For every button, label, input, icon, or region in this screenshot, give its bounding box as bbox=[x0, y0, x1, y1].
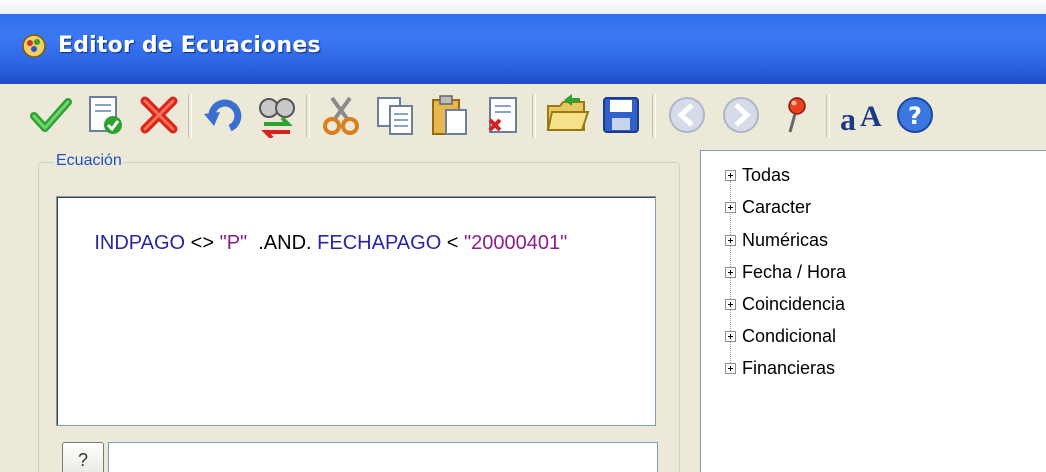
accept-button[interactable] bbox=[24, 88, 78, 142]
undo-button[interactable] bbox=[196, 88, 250, 142]
help-icon: ? bbox=[897, 97, 933, 133]
save-disk-icon bbox=[603, 97, 639, 133]
equation-token: .AND. bbox=[247, 232, 318, 254]
font-icon: a A bbox=[840, 100, 882, 137]
forward-arrow-icon bbox=[723, 97, 759, 133]
svg-text:a: a bbox=[840, 101, 856, 137]
validate-button[interactable] bbox=[78, 88, 132, 142]
tree-item-fecha-hora[interactable]: Fecha / Hora bbox=[725, 260, 846, 284]
equation-token: <> bbox=[185, 232, 220, 254]
cancel-x-icon bbox=[140, 96, 178, 134]
tree-item-label: Coincidencia bbox=[742, 293, 846, 314]
replace-icon bbox=[259, 98, 295, 138]
paste-button[interactable] bbox=[422, 88, 476, 142]
equation-token: "20000401" bbox=[464, 232, 568, 254]
expand-plus-icon[interactable] bbox=[725, 298, 736, 310]
tree-item-financieras[interactable]: Financieras bbox=[725, 356, 835, 380]
title-bar-top-strip bbox=[0, 0, 1046, 14]
tree-item-condicional[interactable]: Condicional bbox=[725, 324, 836, 348]
cancel-button[interactable] bbox=[132, 88, 186, 142]
forward-button[interactable] bbox=[714, 88, 768, 142]
equation-token: INDPAGO bbox=[94, 232, 186, 254]
toolbar-separator bbox=[532, 94, 536, 138]
svg-text:?: ? bbox=[908, 102, 922, 130]
cut-button[interactable] bbox=[314, 88, 368, 142]
font-button[interactable]: a A bbox=[834, 88, 888, 142]
equation-token: < bbox=[441, 232, 465, 254]
replace-button[interactable] bbox=[250, 88, 304, 142]
expand-plus-icon[interactable] bbox=[725, 201, 736, 213]
paste-icon bbox=[432, 95, 467, 135]
tree-item-label: Todas bbox=[742, 164, 791, 185]
equation-token: "P" bbox=[219, 232, 248, 254]
delete-button[interactable] bbox=[476, 88, 530, 142]
toolbar-separator bbox=[188, 94, 192, 138]
svg-text:A: A bbox=[860, 100, 882, 133]
checkmark-icon bbox=[30, 98, 72, 132]
pin-icon bbox=[788, 97, 806, 133]
tree-item-caracter[interactable]: Caracter bbox=[725, 195, 811, 219]
tree-item-label: Fecha / Hora bbox=[742, 261, 847, 282]
tree-item-numericas[interactable]: Numéricas bbox=[725, 228, 828, 252]
tree-item-label: Caracter bbox=[742, 196, 812, 217]
delete-document-icon bbox=[488, 97, 517, 133]
title-bar[interactable]: Editor de Ecuaciones bbox=[0, 0, 1046, 84]
tree-item-label: Condicional bbox=[742, 325, 837, 346]
copy-icon bbox=[377, 97, 413, 135]
tree-item-label: Numéricas bbox=[742, 229, 829, 250]
window-title: Editor de Ecuaciones bbox=[58, 33, 321, 58]
expand-plus-icon[interactable] bbox=[725, 362, 736, 374]
toolbar-help-button[interactable]: ? bbox=[888, 88, 942, 142]
toolbar-separator bbox=[306, 94, 310, 138]
undo-icon bbox=[204, 99, 242, 132]
expand-plus-icon[interactable] bbox=[725, 330, 736, 342]
equation-editor-textarea[interactable]: INDPAGO <> "P" .AND. FECHAPAGO < "200004… bbox=[56, 196, 656, 426]
back-button[interactable] bbox=[660, 88, 714, 142]
toolbar-separator bbox=[826, 94, 830, 138]
toolbar: a A ? bbox=[0, 84, 1046, 148]
equation-token: FECHAPAGO bbox=[317, 232, 442, 254]
tree-item-todas[interactable]: Todas bbox=[725, 163, 790, 187]
expand-plus-icon[interactable] bbox=[725, 234, 736, 246]
cut-scissors-icon bbox=[323, 96, 359, 135]
function-description-input[interactable] bbox=[108, 442, 658, 472]
app-icon[interactable] bbox=[20, 32, 48, 60]
expand-plus-icon[interactable] bbox=[725, 169, 736, 181]
back-arrow-icon bbox=[669, 97, 705, 133]
syntax-help-button[interactable]: ? bbox=[62, 442, 104, 472]
expand-plus-icon[interactable] bbox=[725, 266, 736, 278]
functions-tree-panel[interactable]: Todas Caracter Numéricas Fecha / Hora Co… bbox=[700, 150, 1046, 472]
equation-text: INDPAGO <> "P" .AND. FECHAPAGO < "200004… bbox=[61, 209, 567, 278]
equation-group-label: Ecuación bbox=[54, 152, 124, 170]
equation-editor-window: Editor de Ecuaciones a A ? Ecuación INDP… bbox=[0, 0, 1046, 472]
tree-item-coincidencia[interactable]: Coincidencia bbox=[725, 292, 845, 316]
validate-document-icon bbox=[89, 96, 122, 134]
toolbar-separator bbox=[652, 94, 656, 138]
pin-button[interactable] bbox=[768, 88, 822, 142]
copy-button[interactable] bbox=[368, 88, 422, 142]
open-button[interactable] bbox=[540, 88, 594, 142]
save-button[interactable] bbox=[594, 88, 648, 142]
open-folder-icon bbox=[546, 94, 590, 131]
tree-item-label: Financieras bbox=[742, 357, 836, 378]
